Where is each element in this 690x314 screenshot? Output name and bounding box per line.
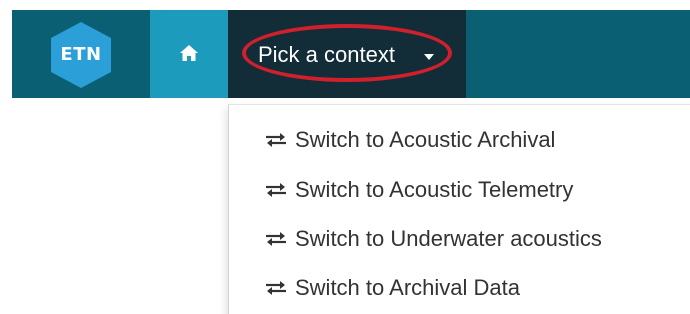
menu-item-label: Switch to Underwater acoustics [295,226,602,251]
context-dropdown-toggle[interactable]: Pick a context [228,10,466,98]
exchange-icon [266,133,286,147]
top-navbar: ETN Pick a context [12,10,690,98]
menu-item-archival-data[interactable]: Switch to Archival Data [265,271,520,305]
screenshot-stage: ETN Pick a context Switch to Acoustic Ar… [0,0,690,314]
menu-item-label: Switch to Acoustic Archival [295,127,556,152]
exchange-icon [266,281,286,295]
menu-item-acoustic-archival[interactable]: Switch to Acoustic Archival [265,123,555,157]
home-button[interactable] [150,10,228,98]
menu-item-label: Switch to Acoustic Telemetry [295,177,574,202]
brand-logo[interactable]: ETN [12,10,150,98]
exchange-icon [266,183,286,197]
context-toggle-label: Pick a context [258,42,395,67]
home-icon [180,45,198,61]
exchange-icon [266,232,286,246]
context-dropdown-menu: Switch to Acoustic Archival Switch to Ac… [228,104,690,314]
menu-item-acoustic-telemetry[interactable]: Switch to Acoustic Telemetry [265,173,573,207]
menu-item-label: Switch to Archival Data [295,275,520,300]
menu-item-underwater-acoustics[interactable]: Switch to Underwater acoustics [265,222,602,256]
logo-text: ETN [60,44,102,65]
caret-down-icon [424,54,434,60]
